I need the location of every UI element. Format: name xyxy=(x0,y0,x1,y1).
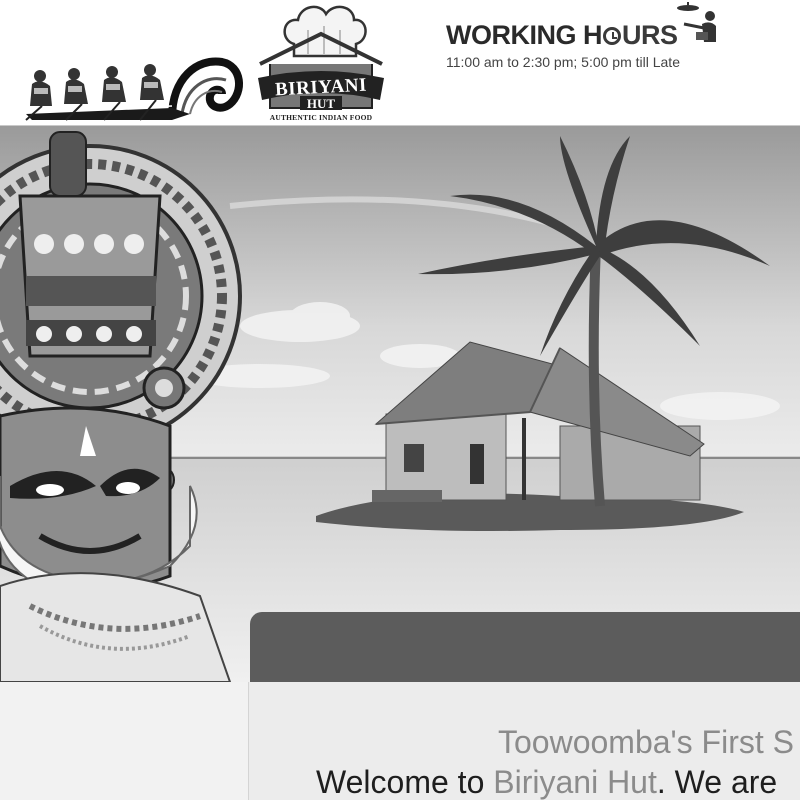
welcome-brand-link[interactable]: Biriyani Hut xyxy=(493,764,657,800)
welcome-text: Welcome to Biriyani Hut. We are xyxy=(316,764,777,801)
brand-name-line2: HUT xyxy=(306,96,336,111)
welcome-prefix: Welcome to xyxy=(316,764,494,800)
hero-band xyxy=(250,612,800,684)
hero-image xyxy=(0,126,800,682)
site-header: BIRIYANI HUT AUTHENTIC INDIAN FOOD WORKI… xyxy=(0,0,800,126)
working-hours: WORKING H URS 11:00 am to 2:30 pm; 5:00 p… xyxy=(446,2,746,78)
welcome-suffix: . We are xyxy=(656,764,778,800)
snake-boat-logo[interactable] xyxy=(22,48,244,124)
hours-title-prefix: WORKING H xyxy=(446,20,602,50)
hours-title-suffix: URS xyxy=(621,20,678,50)
brand-tagline: AUTHENTIC INDIAN FOOD xyxy=(269,113,373,122)
clock-icon xyxy=(602,27,621,45)
working-hours-text: 11:00 am to 2:30 pm; 5:00 pm till Late xyxy=(446,54,680,70)
hero-banner xyxy=(0,126,800,682)
working-hours-title: WORKING H URS xyxy=(446,20,678,51)
waiter-serving-icon xyxy=(677,2,716,42)
page-tagline: Toowoomba's First S xyxy=(498,724,794,760)
left-panel xyxy=(0,682,248,800)
biriyani-hut-logo[interactable]: BIRIYANI HUT AUTHENTIC INDIAN FOOD xyxy=(256,0,386,126)
